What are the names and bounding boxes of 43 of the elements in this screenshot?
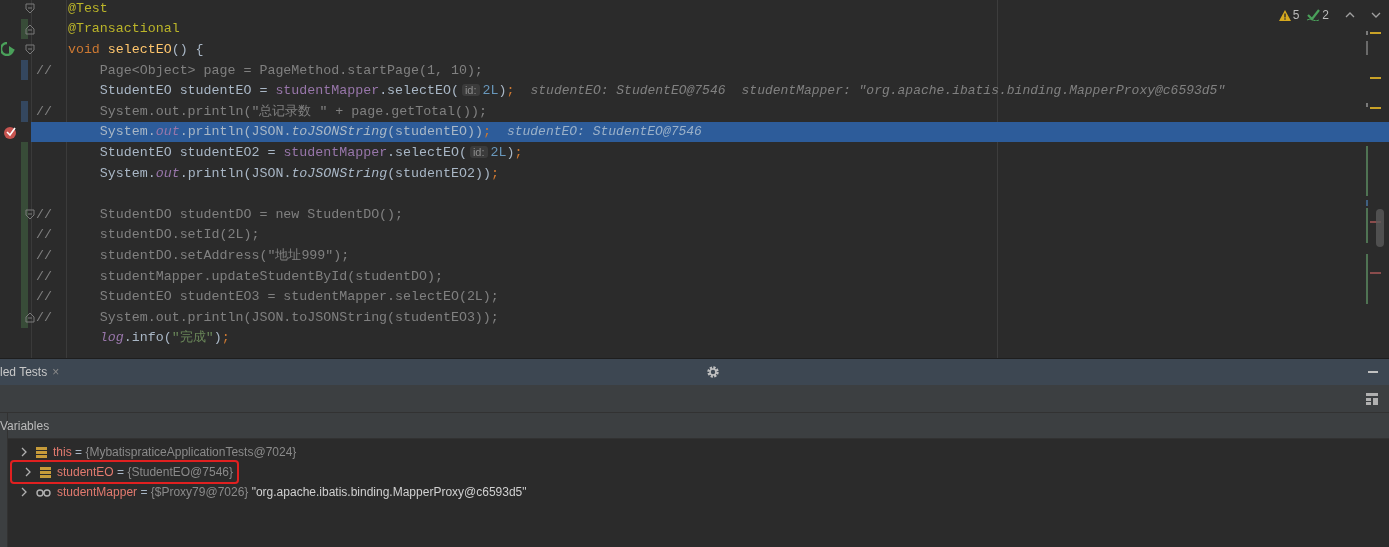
code-line: System.out.println(JSON.toJSONString(studentEO2));	[98, 164, 499, 183]
code-line: // studentMapper.updateStudentById(studentDO);	[36, 267, 443, 286]
previous-icon[interactable]	[1345, 11, 1355, 19]
fold-icon[interactable]	[25, 3, 35, 14]
debug-value-hint: studentEO: StudentEO@7546	[506, 123, 702, 142]
run-icon[interactable]	[1, 42, 15, 57]
check-icon	[1307, 9, 1321, 21]
code-line: // StudentDO studentDO = new StudentDO();	[36, 205, 404, 224]
code-line: // studentDO.setAddress("地址999");	[36, 246, 350, 265]
variable-entry[interactable]: this = {MybatispraticeApplicationTests@7024}	[53, 443, 297, 461]
scrollbar-thumb[interactable]	[1376, 209, 1384, 247]
code-line: // StudentEO studentEO3 = studentMapper.selectEO(2L);	[36, 288, 499, 307]
variable-entry[interactable]: studentMapper = {$Proxy79@7026} "org.apache.ibatis.binding.MapperProxy@c6593d5"	[57, 483, 527, 501]
code-line: StudentEO studentEO2 = studentMapper.selectEO( id: 2L);	[98, 143, 523, 162]
code-line: @Test	[66, 0, 108, 18]
fold-icon[interactable]	[25, 44, 35, 56]
code-line: // studentDO.setId(2L);	[36, 226, 260, 245]
field-icon	[36, 446, 47, 458]
code-line: @Transactional	[66, 20, 180, 39]
fold-icon[interactable]	[25, 23, 35, 35]
warnings-indicator[interactable]: 5	[1278, 6, 1300, 24]
code-line: // System.out.println(JSON.toJSONString(studentEO3));	[36, 308, 499, 327]
fold-icon[interactable]	[25, 208, 35, 220]
variable-entry[interactable]: studentEO = {StudentEO@7546}	[57, 463, 233, 481]
tool-window-tab[interactable]: led Tests	[0, 363, 48, 381]
layout-icon[interactable]	[1366, 392, 1378, 405]
settings-icon[interactable]	[706, 365, 721, 379]
breakpoint-icon[interactable]	[3, 124, 17, 139]
debug-value-hint: studentMapper: "org.apache.ibatis.binding.MapperProxy@c6593d5"	[741, 81, 1226, 100]
code-line: // System.out.println("总记录数 " + page.getTotal());	[36, 102, 487, 121]
warning-icon	[1278, 9, 1291, 21]
fold-icon[interactable]	[25, 311, 35, 323]
panel-title: Variables	[0, 417, 50, 435]
code-line: StudentEO studentEO = studentMapper.selectEO( id: 2L);	[98, 82, 515, 101]
next-icon[interactable]	[1371, 11, 1381, 19]
debug-value-hint: studentEO: StudentEO@7546	[530, 81, 726, 100]
code-line: void selectEO() {	[66, 41, 204, 59]
code-line: log.info("完成");	[98, 329, 230, 348]
weak-warnings-indicator[interactable]: 2	[1307, 6, 1329, 24]
glasses-icon	[36, 486, 51, 498]
code-line: System.out.println(JSON.toJSONString(studentEO));	[98, 123, 491, 142]
field-icon	[40, 466, 51, 478]
code-line: // Page<Object> page = PageMethod.startPage(1, 10);	[36, 61, 483, 80]
